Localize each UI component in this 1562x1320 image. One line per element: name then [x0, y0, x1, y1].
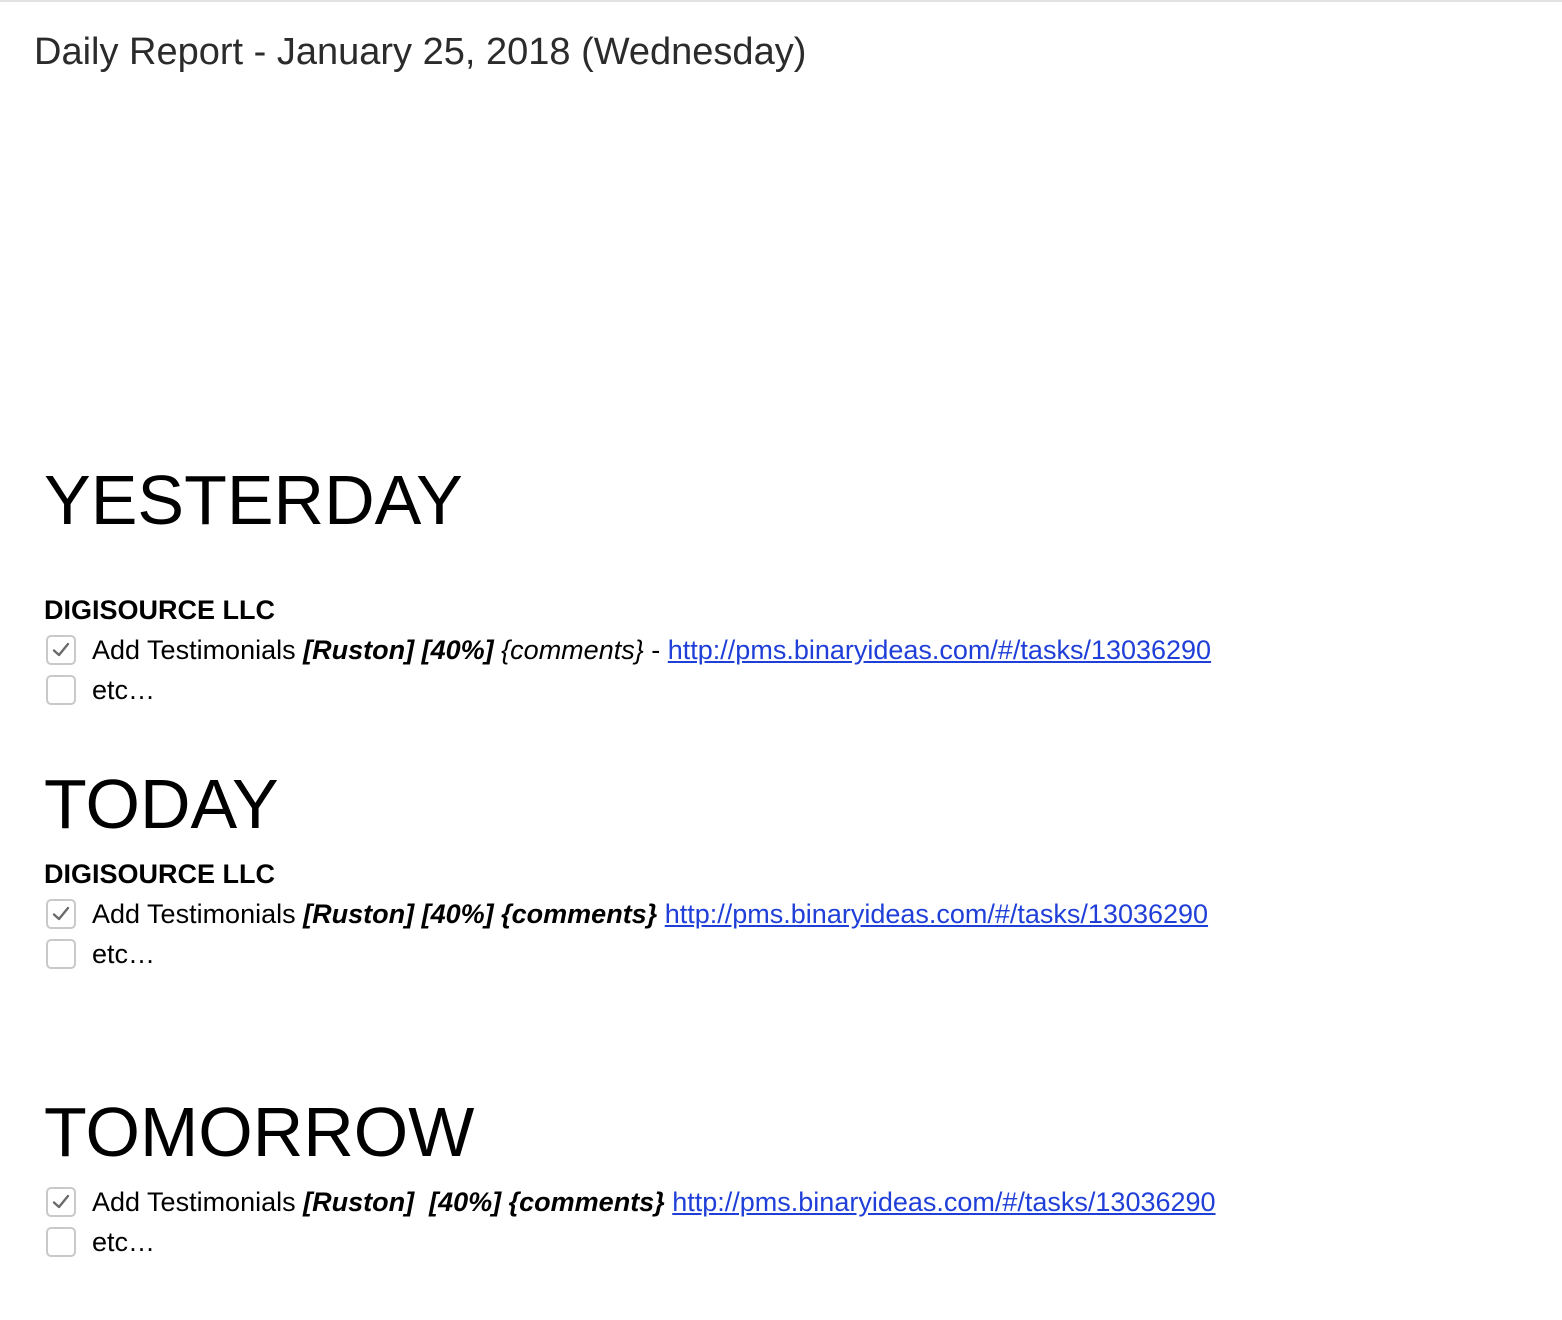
checkmark-icon	[52, 906, 70, 921]
task-percent: [40%]	[429, 1186, 502, 1217]
etc-label: etc…	[92, 938, 156, 969]
etc-row-yesterday: etc…	[44, 672, 155, 708]
etc-checkbox-tomorrow[interactable]	[46, 1227, 76, 1257]
task-link[interactable]: http://pms.binaryideas.com/#/tasks/13036…	[668, 635, 1211, 666]
task-link[interactable]: http://pms.binaryideas.com/#/tasks/13036…	[665, 899, 1208, 930]
task-comments: {comments}	[508, 1186, 665, 1217]
task-name: Add Testimonials	[92, 898, 296, 929]
task-comments: {comments}	[501, 634, 644, 665]
task-assignee: [Ruston]	[303, 1186, 415, 1217]
etc-label: etc…	[92, 674, 156, 705]
task-separator: -	[651, 634, 661, 665]
checkmark-icon	[52, 642, 70, 657]
section-heading-today: TODAY	[44, 765, 279, 843]
task-percent: [40%]	[421, 898, 494, 929]
section-heading-yesterday: YESTERDAY	[44, 461, 463, 539]
etc-label: etc…	[92, 1226, 156, 1257]
client-name-yesterday: DIGISOURCE LLC	[44, 595, 276, 625]
task-row-today: Add Testimonials [Ruston] [40%] {comment…	[44, 896, 1208, 932]
checkmark-icon	[52, 1194, 70, 1209]
task-checkbox-yesterday[interactable]	[46, 635, 76, 665]
etc-checkbox-yesterday[interactable]	[46, 675, 76, 705]
task-name: Add Testimonials	[92, 1186, 296, 1217]
etc-checkbox-today[interactable]	[46, 939, 76, 969]
top-divider	[0, 0, 1562, 2]
task-comments: {comments}	[501, 898, 658, 929]
task-assignee: [Ruston]	[303, 634, 415, 665]
section-heading-tomorrow: TOMORROW	[44, 1093, 475, 1171]
task-link[interactable]: http://pms.binaryideas.com/#/tasks/13036…	[672, 1187, 1215, 1218]
task-row-yesterday: Add Testimonials [Ruston] [40%] {comment…	[44, 632, 1211, 668]
etc-row-today: etc…	[44, 936, 155, 972]
document-title: Daily Report - January 25, 2018 (Wednesd…	[34, 31, 807, 73]
client-name-today: DIGISOURCE LLC	[44, 859, 276, 889]
task-name: Add Testimonials	[92, 634, 296, 665]
task-row-tomorrow: Add Testimonials [Ruston] [40%] {comment…	[44, 1184, 1216, 1220]
task-checkbox-today[interactable]	[46, 899, 76, 929]
task-assignee: [Ruston]	[303, 898, 415, 929]
etc-row-tomorrow: etc…	[44, 1224, 155, 1260]
task-percent: [40%]	[421, 634, 494, 665]
task-checkbox-tomorrow[interactable]	[46, 1187, 76, 1217]
